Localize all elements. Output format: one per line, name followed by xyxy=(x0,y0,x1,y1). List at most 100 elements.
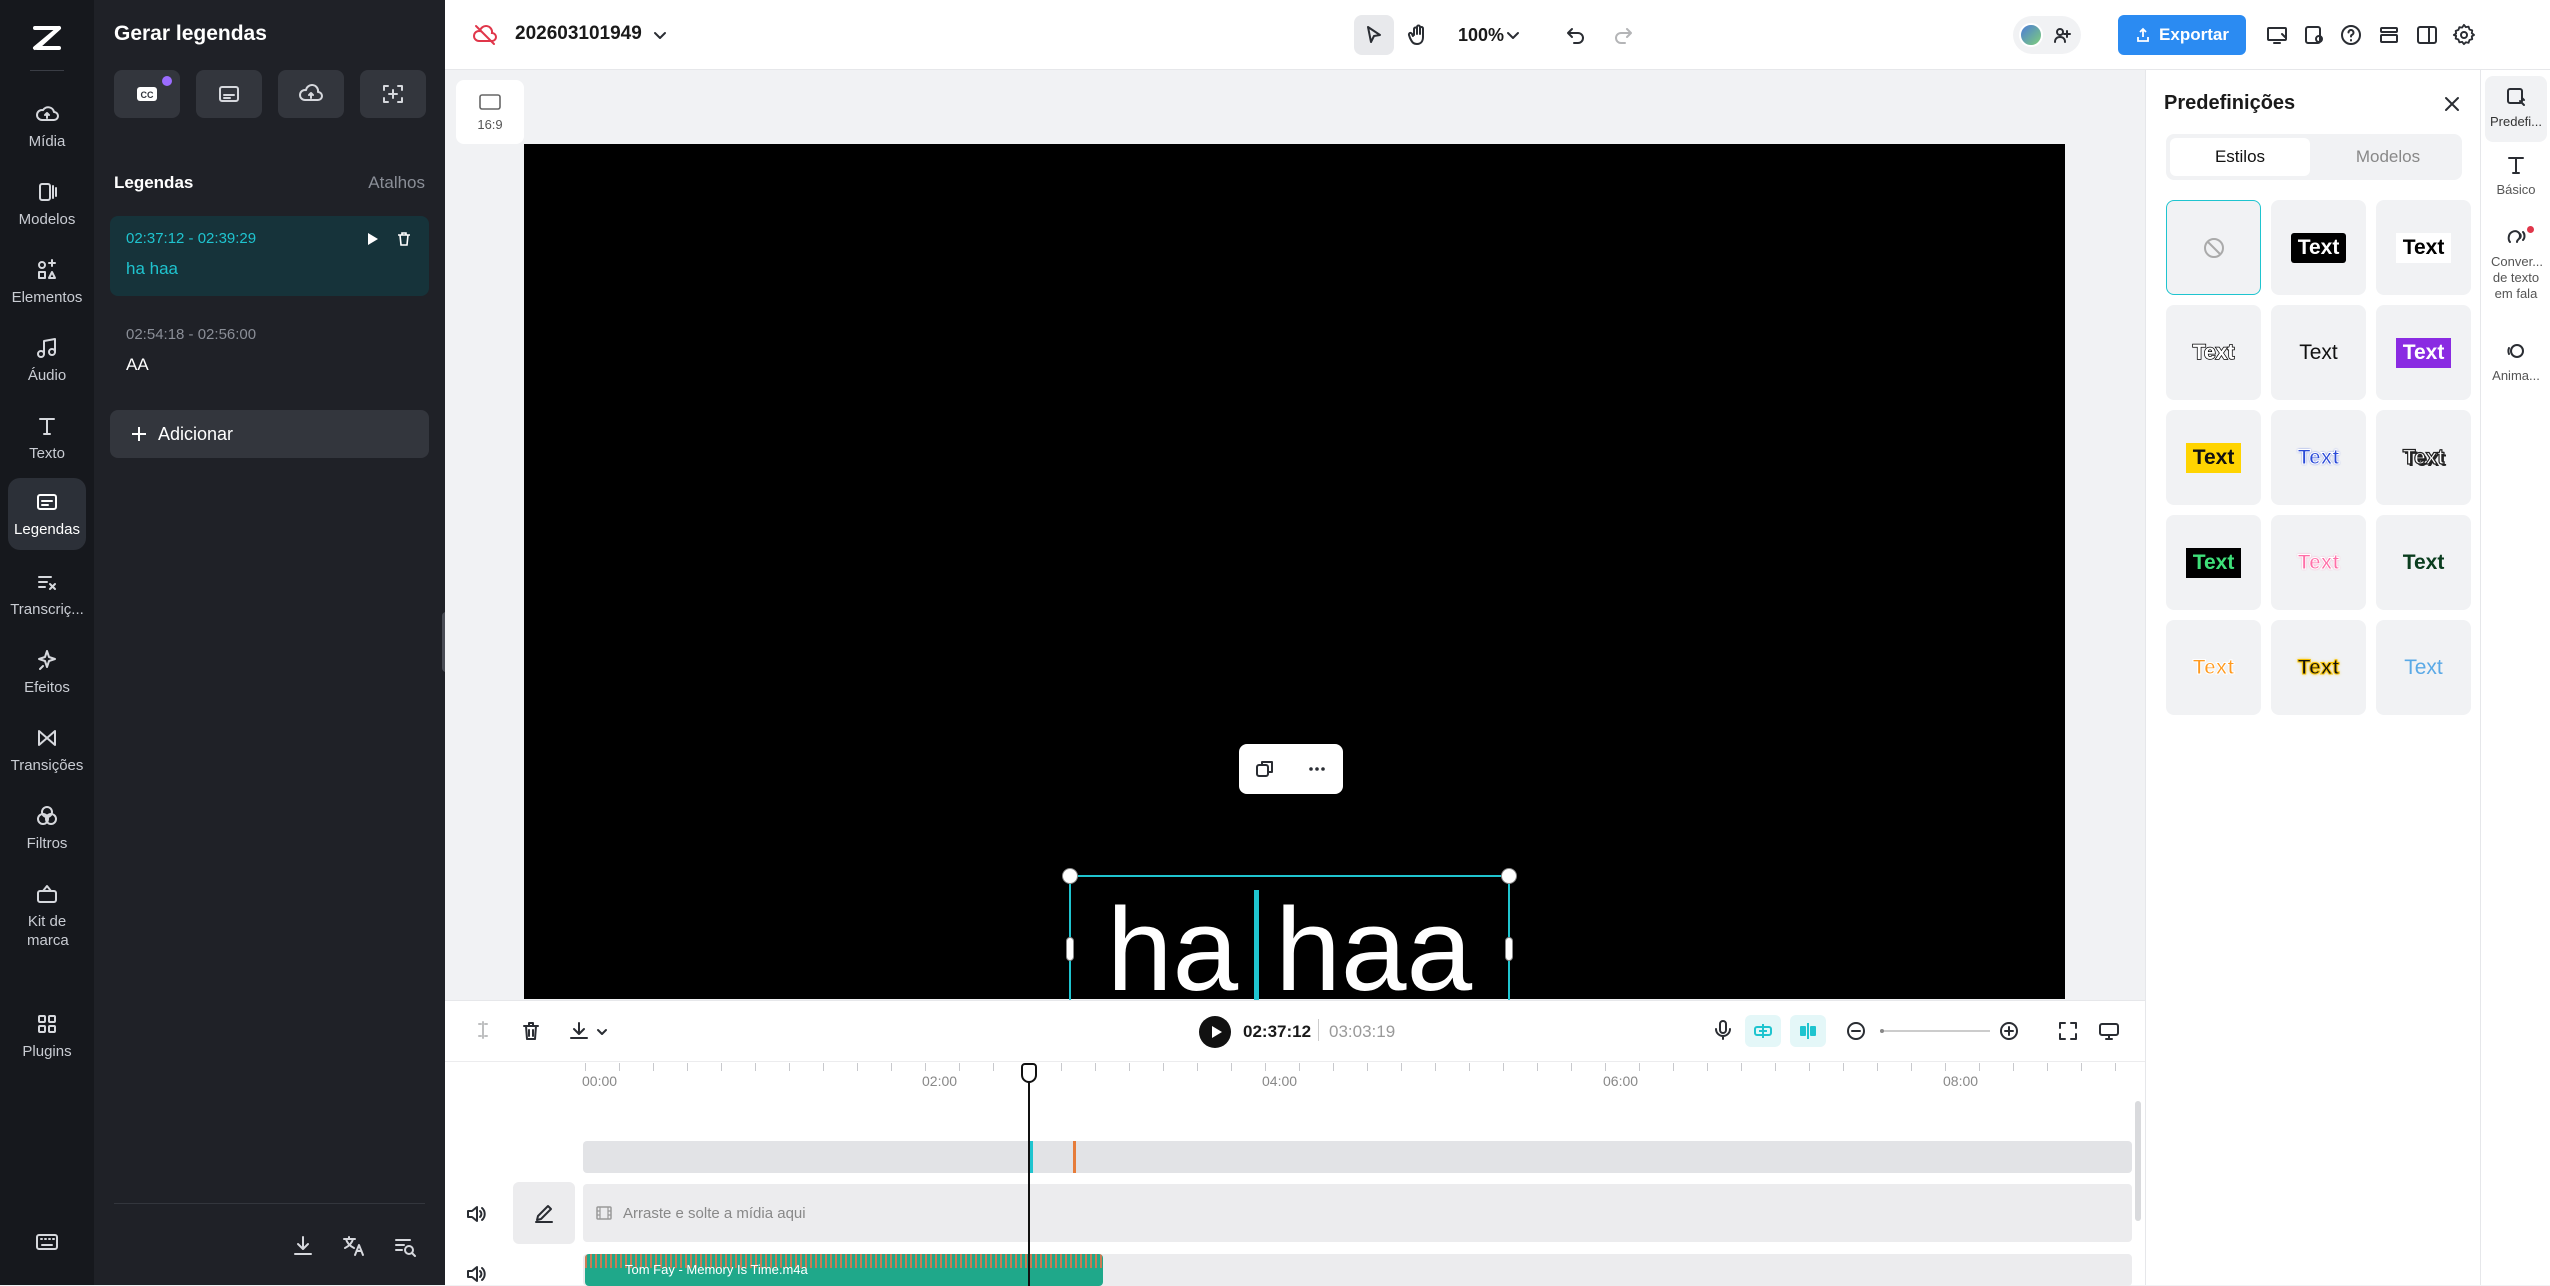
time-ruler[interactable]: 00:00 02:00 04:00 06:00 08:00 xyxy=(585,1063,2145,1093)
add-subtitle-button[interactable]: Adicionar xyxy=(110,410,429,458)
style-preset[interactable]: Text xyxy=(2166,410,2261,505)
style-preset[interactable]: Text xyxy=(2376,515,2471,610)
download-icon[interactable] xyxy=(568,1020,590,1042)
video-preview[interactable]: ha haa xyxy=(524,144,2065,999)
style-preset[interactable]: Text xyxy=(2271,620,2366,715)
nav-item-brand-kit[interactable]: Kit de marca xyxy=(8,882,86,982)
main-video-track[interactable]: Arraste e solte a mídia aqui xyxy=(583,1184,2132,1242)
layers-icon[interactable] xyxy=(2377,23,2401,47)
nav-item-templates[interactable]: Modelos xyxy=(8,180,86,242)
trash-icon[interactable] xyxy=(395,230,413,248)
rail-item-basic[interactable]: Básico xyxy=(2485,154,2547,214)
settings-icon[interactable] xyxy=(2452,23,2476,47)
nav-item-effects[interactable]: Efeitos xyxy=(8,648,86,710)
style-preset[interactable]: Text xyxy=(2271,305,2366,400)
caption-clip[interactable] xyxy=(1073,1141,1076,1173)
duplicate-icon[interactable] xyxy=(1254,758,1276,780)
audio-track[interactable]: Tom Fay - Memory Is Time.m4a xyxy=(583,1254,2132,1286)
resize-handle[interactable] xyxy=(1501,868,1517,884)
cloud-off-icon[interactable] xyxy=(472,22,498,48)
present-icon[interactable] xyxy=(2265,23,2289,47)
translate-icon[interactable] xyxy=(341,1233,367,1259)
style-preset[interactable]: Text xyxy=(2271,200,2366,295)
shortcuts-link[interactable]: Atalhos xyxy=(368,173,425,193)
download-icon[interactable] xyxy=(290,1233,316,1259)
rail-item-presets[interactable]: Predefi... xyxy=(2485,76,2547,142)
upload-captions-button[interactable] xyxy=(278,70,344,118)
chevron-down-icon[interactable] xyxy=(595,1025,609,1039)
chevron-down-icon[interactable] xyxy=(651,26,669,44)
subtitle-item[interactable]: 02:54:18 - 02:56:00 AA xyxy=(110,312,429,392)
review-icon[interactable] xyxy=(2302,23,2326,47)
subtitle-item[interactable]: 02:37:12 - 02:39:29 ha haa xyxy=(110,216,429,296)
volume-icon[interactable] xyxy=(465,1263,487,1285)
timeline-scrollbar[interactable] xyxy=(2135,1101,2141,1221)
resize-handle[interactable] xyxy=(1505,937,1513,961)
caption-track[interactable] xyxy=(583,1141,2132,1173)
redo-icon[interactable] xyxy=(1612,24,1634,46)
keyboard-icon[interactable] xyxy=(35,1230,59,1254)
preview-window-icon[interactable] xyxy=(2098,1020,2120,1042)
collaborators[interactable] xyxy=(2013,16,2081,54)
split-icon[interactable] xyxy=(473,1020,493,1040)
nav-item-transitions[interactable]: Transições xyxy=(8,726,86,788)
undo-icon[interactable] xyxy=(1565,24,1587,46)
layout-panel-icon[interactable] xyxy=(2415,23,2439,47)
delete-icon[interactable] xyxy=(520,1020,542,1042)
find-replace-icon[interactable] xyxy=(392,1233,418,1259)
playhead[interactable] xyxy=(1028,1063,1030,1286)
nav-item-captions[interactable]: Legendas xyxy=(8,478,86,550)
project-name[interactable]: 202603101949 xyxy=(515,23,642,45)
style-preset[interactable]: Text xyxy=(2271,410,2366,505)
style-preset[interactable]: Text xyxy=(2376,410,2471,505)
scan-captions-button[interactable] xyxy=(360,70,426,118)
export-button[interactable]: Exportar xyxy=(2118,15,2246,55)
select-tool-button[interactable] xyxy=(1354,15,1394,55)
zoom-in-icon[interactable] xyxy=(1998,1020,2020,1042)
style-preset[interactable]: Text xyxy=(2166,620,2261,715)
more-options-icon[interactable] xyxy=(1306,758,1328,780)
zoom-out-icon[interactable] xyxy=(1845,1020,1867,1042)
nav-item-text[interactable]: Texto xyxy=(8,414,86,476)
auto-captions-button[interactable]: CC xyxy=(114,70,180,118)
nav-item-filters[interactable]: Filtros xyxy=(8,804,86,866)
subtitle-text[interactable]: AA xyxy=(126,355,413,375)
nav-item-transcription[interactable]: Transcriç... xyxy=(8,570,86,632)
play-icon[interactable] xyxy=(363,230,381,248)
style-preset[interactable]: Text xyxy=(2166,515,2261,610)
manual-captions-button[interactable] xyxy=(196,70,262,118)
play-button[interactable] xyxy=(1199,1016,1231,1048)
chevron-down-icon[interactable] xyxy=(1505,27,1521,43)
style-preset[interactable]: Text xyxy=(2166,305,2261,400)
zoom-level[interactable]: 100% xyxy=(1458,25,1504,46)
style-preset[interactable]: Text xyxy=(2376,620,2471,715)
zoom-slider-thumb[interactable] xyxy=(1880,1029,1884,1033)
style-preset[interactable]: Text xyxy=(2271,515,2366,610)
playhead-handle[interactable] xyxy=(1021,1063,1037,1083)
close-icon[interactable] xyxy=(2442,94,2462,114)
magnet-snap-button[interactable] xyxy=(1745,1015,1781,1047)
nav-item-plugins[interactable]: Plugins xyxy=(8,1012,86,1074)
microphone-icon[interactable] xyxy=(1712,1019,1734,1041)
style-preset[interactable]: Text xyxy=(2376,305,2471,400)
fit-timeline-icon[interactable] xyxy=(2057,1020,2079,1042)
volume-icon[interactable] xyxy=(465,1203,487,1225)
style-preset[interactable]: Text xyxy=(2376,200,2471,295)
tab-templates[interactable]: Modelos xyxy=(2318,138,2458,176)
audio-clip[interactable]: Tom Fay - Memory Is Time.m4a xyxy=(585,1254,1103,1286)
style-none[interactable] xyxy=(2166,200,2261,295)
cover-edit-button[interactable] xyxy=(513,1182,575,1244)
rail-item-tts[interactable]: Conver... de texto em fala xyxy=(2485,226,2547,326)
resize-handle[interactable] xyxy=(1062,868,1078,884)
aspect-ratio-button[interactable]: 16:9 xyxy=(456,80,524,144)
nav-item-audio[interactable]: Áudio xyxy=(8,336,86,398)
rail-item-animation[interactable]: Anima... xyxy=(2485,340,2547,400)
help-icon[interactable] xyxy=(2339,23,2363,47)
hand-icon[interactable] xyxy=(1407,24,1429,46)
nav-item-elements[interactable]: Elementos xyxy=(8,258,86,320)
link-clips-button[interactable] xyxy=(1790,1015,1826,1047)
subtitle-text[interactable]: ha haa xyxy=(126,259,413,279)
resize-handle[interactable] xyxy=(1066,937,1074,961)
capcut-logo-icon[interactable] xyxy=(27,18,67,58)
tab-styles[interactable]: Estilos xyxy=(2170,138,2310,176)
